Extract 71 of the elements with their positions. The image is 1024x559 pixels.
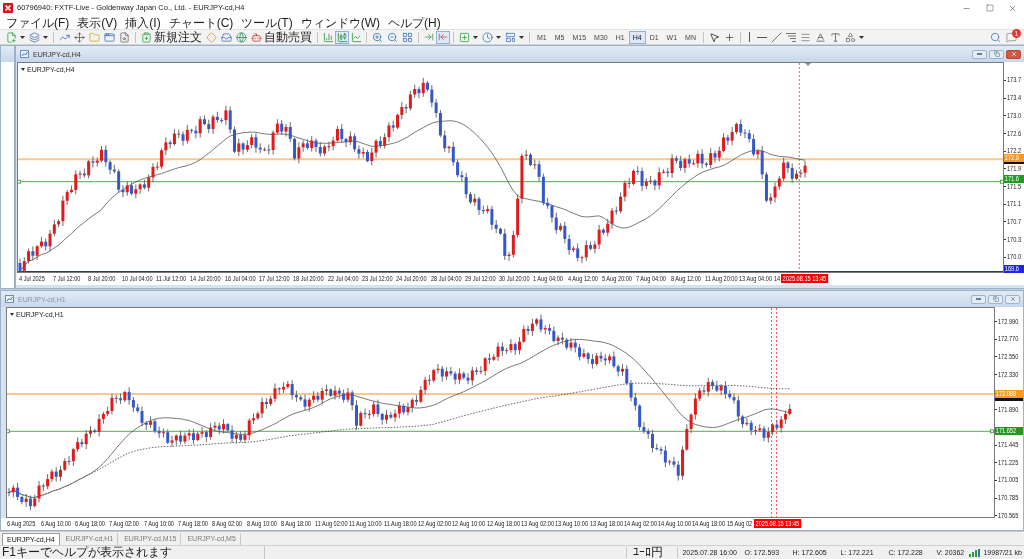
vertical-line-icon[interactable] <box>747 32 751 42</box>
menu-item[interactable]: 表示(V) <box>73 15 122 30</box>
caret-icon[interactable] <box>20 35 25 39</box>
menu-item[interactable]: チャート(C) <box>164 15 238 30</box>
stepped-lines-icon[interactable] <box>785 32 796 42</box>
anchor-point-icon[interactable] <box>7 429 10 434</box>
parallel-lines-icon[interactable] <box>799 31 811 43</box>
chart-type-button[interactable] <box>335 30 349 44</box>
caret-icon[interactable] <box>43 35 48 39</box>
restore-icon <box>993 51 1000 57</box>
caret-icon[interactable] <box>519 35 524 39</box>
chart-type-button[interactable] <box>349 30 363 44</box>
zoom-in-icon[interactable] <box>372 31 383 43</box>
move-arrows-icon[interactable] <box>74 31 85 43</box>
maximize-icon <box>985 4 994 12</box>
crosshair-icon[interactable] <box>723 31 735 43</box>
menu-item[interactable]: ファイル(F) <box>2 15 74 30</box>
close-icon <box>1009 296 1016 302</box>
caret-icon[interactable] <box>496 35 501 39</box>
auto-trading-button[interactable]: 自動売買 <box>249 30 314 44</box>
app-logo-icon <box>3 3 13 13</box>
tile-grid-icon[interactable] <box>402 31 413 43</box>
window-icon[interactable] <box>104 31 115 43</box>
search-icon[interactable] <box>990 31 1001 43</box>
arrow-from-line-icon <box>438 32 448 42</box>
chart-window-icon <box>5 295 14 303</box>
profile-name: ﾕｰﾛ円 <box>633 546 665 559</box>
chart-shift-button[interactable] <box>436 30 450 44</box>
close-button[interactable] <box>1006 49 1021 59</box>
connection-bars-icon <box>969 548 982 557</box>
caret-icon[interactable] <box>858 35 864 39</box>
close-icon <box>1010 51 1017 57</box>
message-icon[interactable] <box>1006 31 1017 43</box>
zoom-out-icon[interactable] <box>387 31 398 43</box>
bar-chart-icon <box>322 31 334 43</box>
horizontal-line-icon[interactable] <box>756 35 767 39</box>
chart-type-button[interactable] <box>321 30 335 44</box>
menu-item[interactable]: ヘルプ(H) <box>384 15 445 30</box>
diamond-icon[interactable] <box>206 31 217 43</box>
clipboard-plus-icon <box>141 31 152 43</box>
letter-t-icon[interactable] <box>829 31 841 43</box>
arrow-to-line-icon <box>424 32 434 42</box>
menu-item[interactable]: ウィンドウ(W) <box>296 15 384 30</box>
anchor-point-icon[interactable] <box>18 179 21 184</box>
restore-button[interactable] <box>988 294 1003 304</box>
line-chart-icon <box>350 31 362 43</box>
menu-item[interactable]: 挿入(I) <box>121 15 165 30</box>
diagonal-line-icon[interactable] <box>770 31 782 43</box>
letter-a-icon[interactable] <box>814 31 826 43</box>
chart-window-icon <box>20 50 29 58</box>
anchor-point-icon[interactable] <box>990 429 994 434</box>
restore-button[interactable] <box>989 49 1004 59</box>
robot-icon <box>251 31 262 43</box>
minimize-button[interactable] <box>972 49 987 59</box>
status-help-text: F1キーでヘルプが表示されます <box>2 546 172 559</box>
minimize-icon <box>976 298 981 300</box>
minimize-button[interactable] <box>971 294 986 304</box>
restore-icon <box>992 296 999 302</box>
new-order-button[interactable]: 新規注文 <box>139 30 204 44</box>
minimize-icon <box>977 53 982 55</box>
globe-icon[interactable] <box>236 31 247 43</box>
close-button[interactable] <box>1005 294 1020 304</box>
candlestick-icon <box>336 31 348 43</box>
caret-icon[interactable] <box>473 35 478 39</box>
close-icon <box>1008 3 1017 13</box>
menu-item[interactable]: ツール(T) <box>237 15 297 30</box>
pointer-icon[interactable] <box>708 31 720 43</box>
tray-icon[interactable] <box>221 31 232 43</box>
dropdown-triangle-icon[interactable] <box>21 68 25 71</box>
file-search-icon[interactable] <box>119 31 130 43</box>
dropdown-triangle-icon[interactable] <box>10 313 14 316</box>
